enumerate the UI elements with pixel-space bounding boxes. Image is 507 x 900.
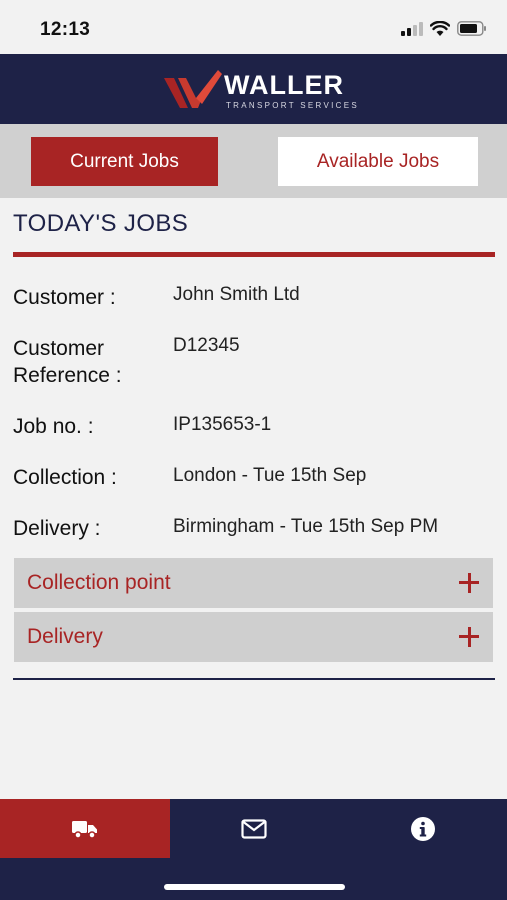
delivery-label: Delivery : (13, 517, 101, 540)
logo-wordmark: WALLER (224, 70, 344, 100)
page-title: TODAY'S JOBS (13, 210, 189, 237)
bottom-nav (0, 799, 507, 900)
waller-w-mark-icon (164, 70, 222, 108)
nav-jobs-button[interactable] (0, 799, 170, 858)
customer-reference-label: Customer Reference : (13, 335, 122, 389)
nav-messages-button[interactable] (170, 799, 338, 858)
waller-logo: WALLER TRANSPORT SERVICES (162, 68, 357, 112)
title-divider (13, 252, 495, 257)
app-header: WALLER TRANSPORT SERVICES (0, 54, 507, 124)
status-time: 12:13 (40, 19, 91, 40)
customer-label: Customer : (13, 286, 116, 309)
customer-reference-label-line2: Reference : (13, 364, 122, 387)
envelope-icon (241, 818, 267, 839)
customer-reference-value: D12345 (173, 335, 240, 356)
cellular-signal-icon (401, 21, 423, 36)
delivery-accordion-label: Delivery (27, 625, 103, 648)
home-indicator (164, 884, 345, 890)
status-bar: 12:13 (0, 0, 507, 54)
available-jobs-tab[interactable]: Available Jobs (278, 137, 478, 186)
plus-icon[interactable] (459, 627, 479, 647)
status-icons (401, 21, 487, 36)
collection-point-accordion-label: Collection point (27, 571, 171, 594)
delivery-accordion[interactable]: Delivery (14, 612, 493, 662)
info-icon (410, 816, 435, 841)
job-number-label: Job no. : (13, 415, 94, 438)
collection-value: London - Tue 15th Sep (173, 465, 367, 486)
plus-icon[interactable] (459, 573, 479, 593)
customer-value: John Smith Ltd (173, 284, 300, 305)
collection-point-accordion[interactable]: Collection point (14, 558, 493, 608)
truck-icon (72, 820, 97, 839)
content-bottom-divider (13, 678, 495, 680)
nav-info-button[interactable] (338, 799, 507, 858)
job-number-value: IP135653-1 (173, 414, 272, 435)
jobs-tabs-bar: Current Jobs Available Jobs (0, 124, 507, 198)
collection-label: Collection : (13, 466, 117, 489)
wifi-icon (430, 21, 450, 36)
logo-subtitle: TRANSPORT SERVICES (226, 101, 359, 110)
delivery-value: Birmingham - Tue 15th Sep PM (173, 516, 439, 537)
current-jobs-tab[interactable]: Current Jobs (31, 137, 218, 186)
customer-reference-label-line1: Customer (13, 337, 105, 360)
battery-icon (457, 21, 486, 36)
